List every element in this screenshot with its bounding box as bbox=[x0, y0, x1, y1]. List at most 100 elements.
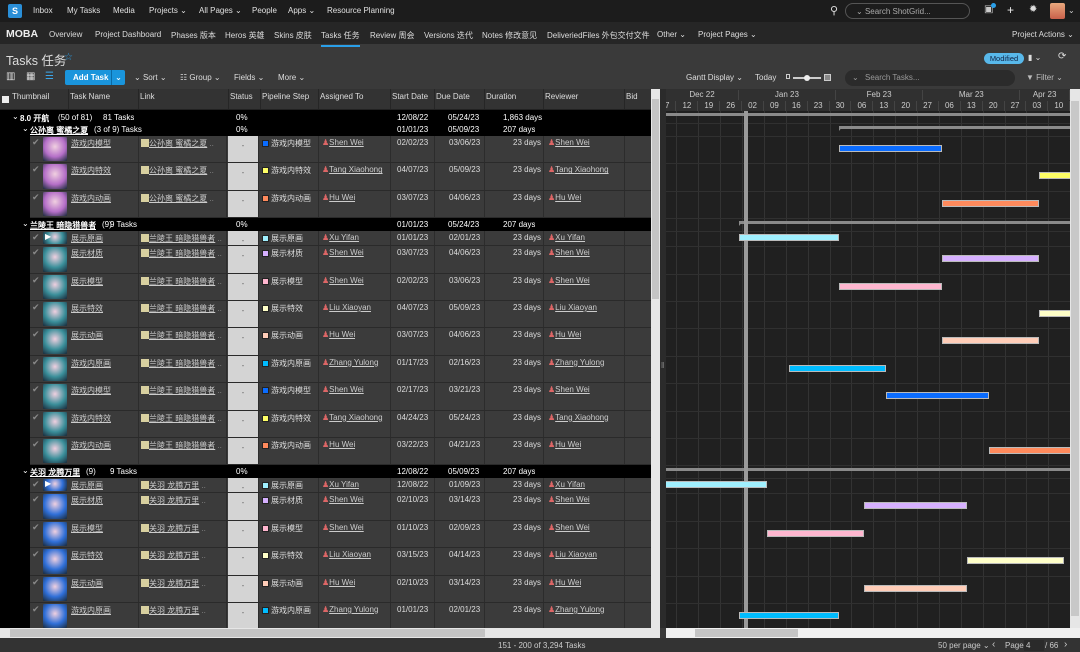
checkmark-icon[interactable]: ✔ bbox=[32, 439, 40, 450]
start-date[interactable]: 02/17/23 bbox=[397, 385, 428, 394]
gantt-task-bar[interactable] bbox=[839, 145, 943, 152]
assignee-name[interactable]: Hu Wei bbox=[329, 578, 355, 587]
chevron-down-icon[interactable]: ⌄ bbox=[1068, 6, 1075, 15]
thumbnail[interactable] bbox=[43, 549, 67, 574]
entity-link[interactable]: 兰陵王 暗隐猎兽者 .. bbox=[141, 385, 226, 396]
gantt-task-bar[interactable] bbox=[989, 447, 1070, 454]
grid-view-icon[interactable]: ▦ bbox=[26, 71, 35, 82]
status-cell[interactable]: - bbox=[228, 163, 258, 190]
column-header-task-name[interactable]: Task Name bbox=[70, 92, 110, 101]
thumbnail[interactable] bbox=[43, 329, 67, 354]
task-name-link[interactable]: 展示动画 bbox=[71, 578, 103, 589]
duration[interactable]: 23 days bbox=[513, 523, 541, 532]
pipeline-step[interactable]: 游戏内模型 bbox=[262, 138, 311, 149]
pipeline-step[interactable]: 游戏内特效 bbox=[262, 165, 311, 176]
column-divider[interactable] bbox=[434, 89, 435, 109]
gantt-group-bar[interactable] bbox=[739, 221, 1070, 225]
gantt-task-bar[interactable] bbox=[839, 282, 943, 290]
entity-link[interactable]: 兰陵王 暗隐猎兽者 .. bbox=[141, 440, 226, 451]
tab-heros[interactable]: Heros 英雄 bbox=[225, 30, 265, 41]
duration[interactable]: 23 days bbox=[513, 138, 541, 147]
task-name-link[interactable]: 展示模型 bbox=[71, 276, 103, 287]
status-cell[interactable]: - bbox=[228, 548, 258, 575]
reviewer[interactable]: ♟Xu Yifan bbox=[548, 480, 585, 489]
assignee-name[interactable]: Tang Xiaohong bbox=[329, 413, 382, 422]
duration[interactable]: 23 days bbox=[513, 550, 541, 559]
due-date[interactable]: 05/09/23 bbox=[449, 303, 480, 312]
group-row[interactable]: ⌄ 公孙离 蜜橘之夏 (3 of 9) Tasks 0% 01/01/23 05/09/2… bbox=[0, 123, 651, 136]
gantt-task-bar[interactable] bbox=[767, 529, 864, 537]
assignee-name[interactable]: Zhang Yulong bbox=[329, 605, 378, 614]
thumbnail[interactable] bbox=[43, 604, 67, 628]
start-date[interactable]: 01/10/23 bbox=[397, 523, 428, 532]
zoom-handle[interactable] bbox=[804, 75, 810, 81]
next-page-icon[interactable]: › bbox=[1064, 639, 1067, 650]
duration[interactable]: 23 days bbox=[513, 440, 541, 449]
thumbnail[interactable] bbox=[43, 247, 67, 272]
gantt-task-bar[interactable] bbox=[942, 199, 1039, 207]
assigned-to[interactable]: ♟Shen Wei bbox=[322, 385, 364, 394]
checkmark-icon[interactable]: ✔ bbox=[32, 329, 40, 340]
table-row[interactable]: ✔ 游戏内模型 公孙离 蜜橘之夏 .. - 游戏内模型 ♟Shen Wei 02/02/23… bbox=[30, 136, 651, 164]
assigned-to[interactable]: ♟Shen Wei bbox=[322, 248, 364, 257]
duration[interactable]: 23 days bbox=[513, 480, 541, 489]
link-text[interactable]: 兰陵王 暗隐猎兽者 bbox=[149, 234, 215, 243]
assignee-name[interactable]: Shen Wei bbox=[329, 248, 364, 257]
reviewer[interactable]: ♟Hu Wei bbox=[548, 440, 581, 449]
expand-chevron-icon[interactable]: ⌄ bbox=[22, 124, 29, 133]
reviewer[interactable]: ♟Xu Yifan bbox=[548, 233, 585, 242]
settings-icon[interactable]: ✹ bbox=[1029, 4, 1037, 15]
due-date[interactable]: 03/06/23 bbox=[449, 138, 480, 147]
column-header-assigned-to[interactable]: Assigned To bbox=[320, 92, 363, 101]
assignee-name[interactable]: Shen Wei bbox=[329, 495, 364, 504]
pipeline-step[interactable]: 展示材质 bbox=[262, 495, 303, 506]
entity-link[interactable]: 兰陵王 暗隐猎兽者 .. bbox=[141, 413, 226, 424]
entity-link[interactable]: 关羽 龙腾万里 .. bbox=[141, 605, 226, 616]
duration[interactable]: 23 days bbox=[513, 578, 541, 587]
assignee-name[interactable]: Xu Yifan bbox=[329, 480, 359, 489]
checkmark-icon[interactable]: ✔ bbox=[32, 164, 40, 175]
link-text[interactable]: 兰陵王 暗隐猎兽者 bbox=[149, 249, 215, 258]
link-text[interactable]: 关羽 龙腾万里 bbox=[149, 496, 199, 505]
table-horizontal-scrollbar[interactable] bbox=[0, 628, 660, 638]
reviewer-name[interactable]: Hu Wei bbox=[555, 440, 581, 449]
nav-inbox[interactable]: Inbox bbox=[33, 6, 53, 15]
table-row[interactable]: ✔ 游戏内特效 公孙离 蜜橘之夏 .. - 游戏内特效 ♟Tang Xiaohong 04/… bbox=[30, 163, 651, 191]
status-cell[interactable]: - bbox=[228, 410, 258, 437]
task-name-link[interactable]: 展示原画 bbox=[71, 480, 103, 491]
assigned-to[interactable]: ♟Hu Wei bbox=[322, 193, 355, 202]
reviewer[interactable]: ♟Liu Xiaoyan bbox=[548, 303, 597, 312]
reviewer[interactable]: ♟Zhang Yulong bbox=[548, 605, 604, 614]
entity-link[interactable]: 兰陵王 暗隐猎兽者 .. bbox=[141, 303, 226, 314]
gantt-task-bar[interactable] bbox=[739, 234, 839, 242]
checkmark-icon[interactable]: ✔ bbox=[32, 412, 40, 423]
table-row[interactable]: ✔ 展示动画 关羽 龙腾万里 .. - 展示动画 ♟Hu Wei 02/10/23 03/14… bbox=[30, 575, 651, 603]
checkmark-icon[interactable]: ✔ bbox=[32, 494, 40, 505]
shotgrid-logo[interactable]: S bbox=[8, 4, 22, 18]
due-date[interactable]: 05/24/23 bbox=[449, 413, 480, 422]
assignee-name[interactable]: Hu Wei bbox=[329, 193, 355, 202]
assigned-to[interactable]: ♟Tang Xiaohong bbox=[322, 413, 383, 422]
gantt-task-bar[interactable] bbox=[942, 337, 1039, 345]
tab-review[interactable]: Review 周会 bbox=[370, 30, 414, 41]
assignee-name[interactable]: Hu Wei bbox=[329, 440, 355, 449]
start-date[interactable]: 03/07/23 bbox=[397, 248, 428, 257]
table-row[interactable]: ✔ 展示材质 兰陵王 暗隐猎兽者 .. - 展示材质 ♟Shen Wei 03/07/23 0… bbox=[30, 246, 651, 274]
status-cell[interactable]: - bbox=[228, 273, 258, 300]
task-name-link[interactable]: 游戏内动画 bbox=[71, 193, 111, 204]
pipeline-step[interactable]: 展示原画 bbox=[262, 233, 303, 244]
table-row[interactable]: ✔ 展示材质 关羽 龙腾万里 .. - 展示材质 ♟Shen Wei 02/10/23 03/… bbox=[30, 493, 651, 521]
table-row[interactable]: ✔ 展示动画 兰陵王 暗隐猎兽者 .. - 展示动画 ♟Hu Wei 03/07/23 04/… bbox=[30, 328, 651, 356]
reviewer-name[interactable]: Zhang Yulong bbox=[555, 358, 604, 367]
pipeline-step[interactable]: 游戏内模型 bbox=[262, 385, 311, 396]
start-date[interactable]: 03/15/23 bbox=[397, 550, 428, 559]
column-divider[interactable] bbox=[260, 89, 261, 109]
reviewer[interactable]: ♟Shen Wei bbox=[548, 385, 590, 394]
entity-link[interactable]: 兰陵王 暗隐猎兽者 .. bbox=[141, 233, 226, 244]
column-header-start-date[interactable]: Start Date bbox=[392, 92, 428, 101]
task-name-link[interactable]: 展示材质 bbox=[71, 495, 103, 506]
due-date[interactable]: 04/21/23 bbox=[449, 440, 480, 449]
entity-link[interactable]: 关羽 龙腾万里 .. bbox=[141, 578, 226, 589]
refresh-icon[interactable]: ⟳ bbox=[1058, 51, 1066, 62]
gantt-task-bar[interactable] bbox=[864, 584, 968, 592]
